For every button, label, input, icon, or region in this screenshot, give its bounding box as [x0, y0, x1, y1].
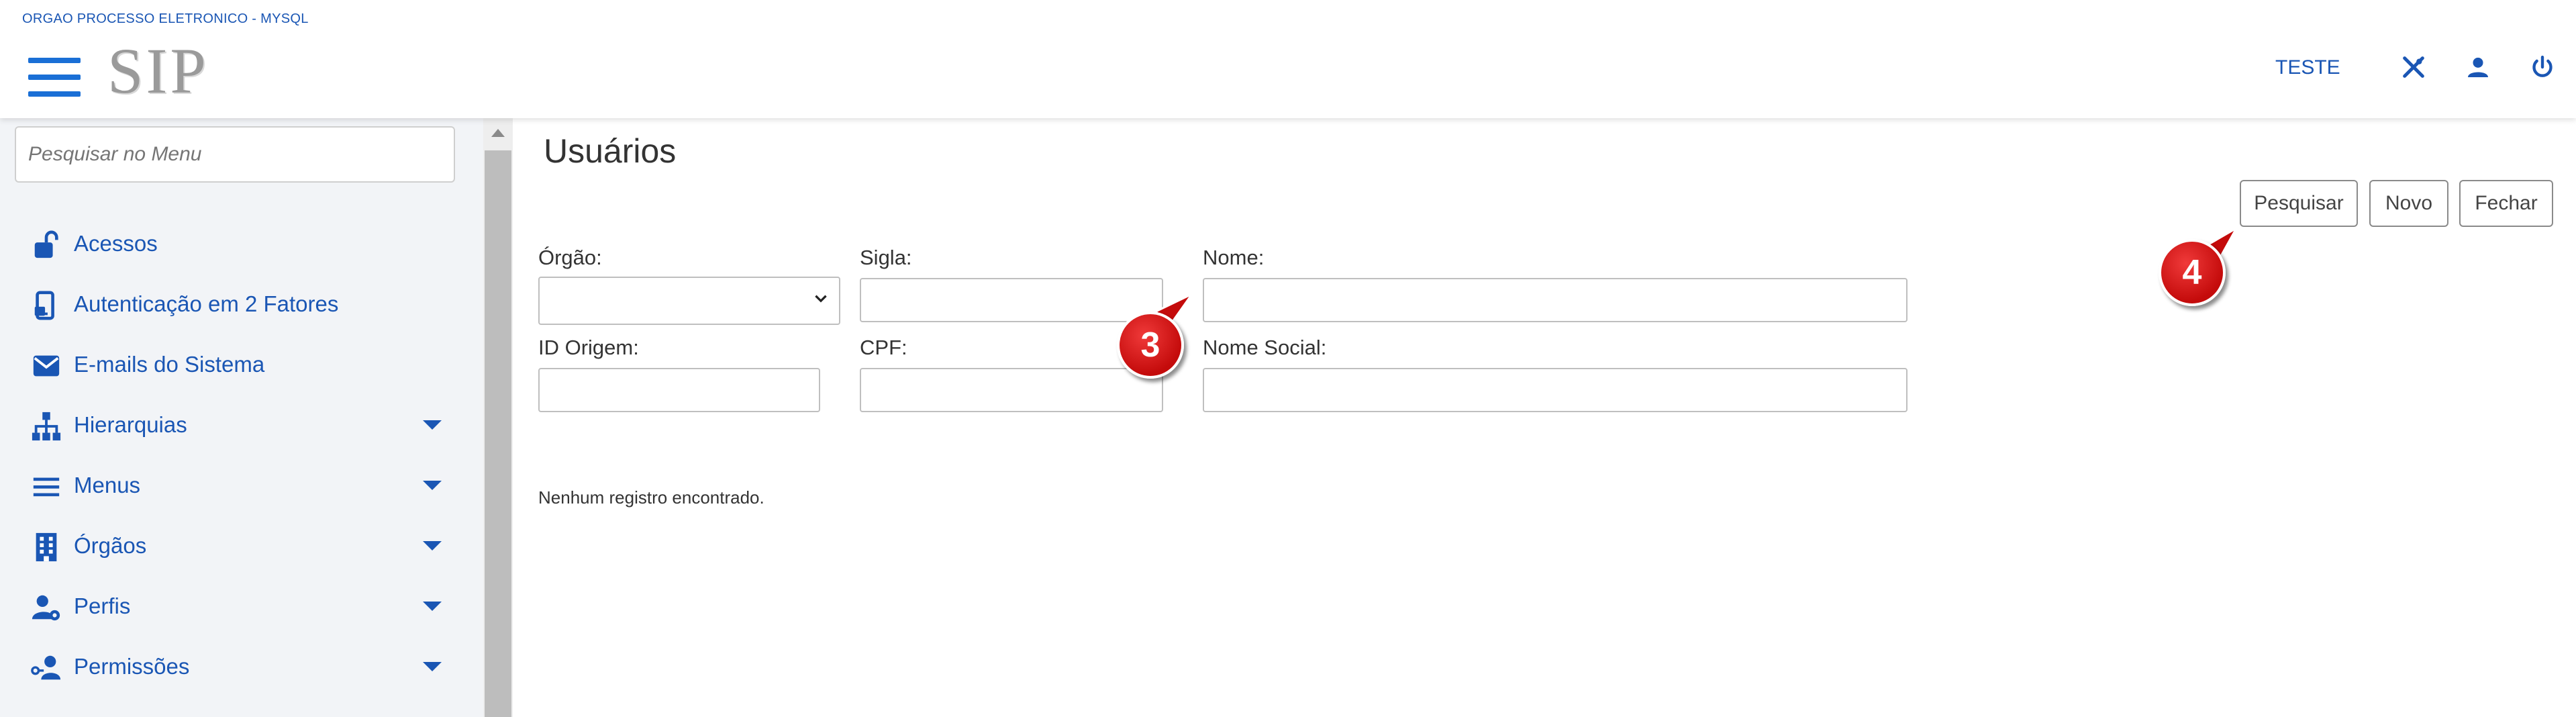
sidebar-item-menus[interactable]: Menus: [0, 462, 470, 509]
unlock-icon: [31, 230, 62, 260]
organization-name: ORGAO PROCESSO ELETRONICO - MYSQL: [22, 11, 309, 26]
user-link[interactable]: TESTE: [2275, 56, 2340, 86]
sidebar-item-label: Perfis: [74, 593, 131, 618]
scrollbar-thumb[interactable]: [485, 150, 511, 717]
sitemap-icon: [31, 411, 62, 442]
user-key-icon: [31, 653, 62, 683]
sidebar-item-label: Permissões: [74, 654, 190, 679]
menu-search-input[interactable]: [15, 126, 455, 183]
new-button[interactable]: Novo: [2369, 180, 2448, 227]
sidebar-item-label: Hierarquias: [74, 412, 187, 437]
chevron-down-icon[interactable]: [423, 602, 442, 611]
sidebar-item-orgaos[interactable]: Órgãos: [0, 522, 470, 569]
orgao-select[interactable]: [538, 277, 840, 325]
chevron-down-icon[interactable]: [423, 420, 442, 430]
power-icon[interactable]: [2529, 54, 2556, 81]
sidebar-item-emails[interactable]: E-mails do Sistema: [0, 341, 470, 388]
chevron-down-icon: [815, 295, 827, 303]
bars-icon: [31, 471, 62, 502]
sidebar-scrollbar[interactable]: [483, 118, 513, 717]
sidebar-item-perfis[interactable]: Perfis: [0, 583, 470, 630]
empty-results-message: Nenhum registro encontrado.: [538, 487, 764, 508]
chevron-down-icon[interactable]: [423, 481, 442, 490]
sidebar-item-acessos[interactable]: Acessos: [0, 220, 470, 267]
orgao-label: Órgão:: [538, 246, 602, 269]
callout-4: 4: [2154, 224, 2255, 318]
chevron-down-icon[interactable]: [423, 541, 442, 551]
mobile-lock-icon: [31, 290, 62, 321]
page-title: Usuários: [544, 132, 677, 170]
id-origem-label: ID Origem:: [538, 336, 639, 359]
nome-social-label: Nome Social:: [1203, 336, 1327, 359]
building-icon: [31, 532, 62, 563]
sidebar-item-label: Autenticação em 2 Fatores: [74, 291, 339, 316]
hamburger-menu-icon[interactable]: [28, 55, 81, 99]
sip-logo: SIP: [107, 35, 209, 107]
user-icon[interactable]: [2465, 54, 2491, 81]
sidebar-item-autenticacao[interactable]: Autenticação em 2 Fatores: [0, 281, 470, 328]
sidebar-item-label: E-mails do Sistema: [74, 352, 265, 377]
tools-icon[interactable]: [2400, 54, 2427, 81]
sidebar-item-label: Menus: [74, 473, 141, 497]
callout-number: 3: [1117, 312, 1184, 379]
sidebar-item-label: Órgãos: [74, 533, 147, 558]
cpf-label: CPF:: [860, 336, 907, 359]
top-header: ORGAO PROCESSO ELETRONICO - MYSQL SIP TE…: [0, 0, 2576, 118]
sidebar-item-label: Acessos: [74, 231, 158, 256]
sidebar-item-permissoes[interactable]: Permissões: [0, 643, 470, 690]
nome-input[interactable]: [1203, 278, 1908, 322]
search-button[interactable]: Pesquisar: [2240, 180, 2358, 227]
close-button[interactable]: Fechar: [2459, 180, 2553, 227]
nome-label: Nome:: [1203, 246, 1265, 269]
chevron-down-icon[interactable]: [423, 662, 442, 671]
sidebar-item-hierarquias[interactable]: Hierarquias: [0, 401, 470, 448]
nome-social-input[interactable]: [1203, 368, 1908, 412]
callout-3: 3: [1111, 282, 1205, 379]
envelope-icon: [31, 350, 62, 381]
scroll-up-arrow-icon[interactable]: [491, 129, 505, 137]
id-origem-input[interactable]: [538, 368, 820, 412]
user-gear-icon: [31, 592, 62, 623]
sigla-label: Sigla:: [860, 246, 912, 269]
callout-number: 4: [2159, 239, 2226, 306]
sidebar: Acessos Autenticação em 2 Fatores E-mail…: [0, 118, 483, 717]
